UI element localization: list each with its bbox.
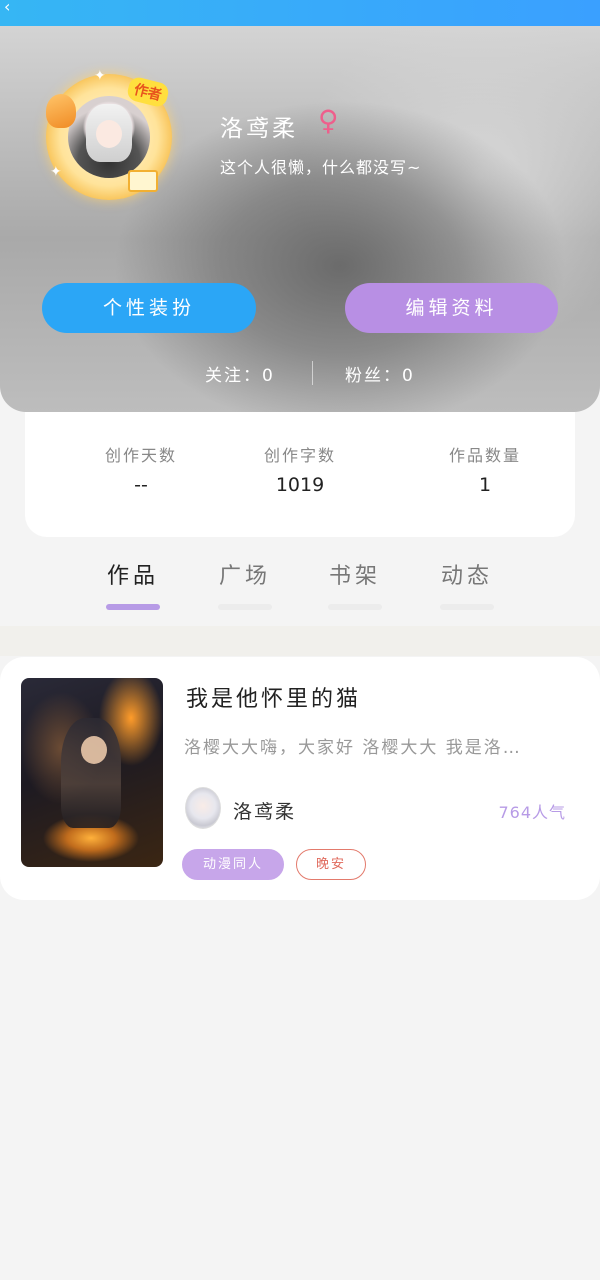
creator-stats-card: 创作天数 -- 创作字数 1019 作品数量 1 (25, 412, 575, 537)
cover-figure (61, 718, 121, 828)
bio-text: 这个人很懒，什么都没写~ (220, 158, 422, 177)
fans-count[interactable]: 粉丝：0 (345, 361, 415, 386)
following-count[interactable]: 关注：0 (205, 361, 275, 386)
tab-label: 动态 (440, 564, 493, 589)
tab-bookshelf[interactable]: 书架 (310, 558, 400, 610)
follow-divider (312, 361, 313, 385)
sparkle-icon: ✦ (50, 164, 62, 180)
author-avatar[interactable] (185, 787, 221, 829)
tab-indicator (440, 604, 494, 610)
ice-cream-icon (46, 94, 76, 128)
popularity-count: 764人气 (498, 803, 566, 822)
nickname: 洛鸢柔 (220, 116, 298, 142)
keyword-tag[interactable]: 晚安 (296, 849, 366, 880)
stat-creation-days: 创作天数 -- (71, 442, 211, 496)
book-cover-image[interactable] (21, 678, 163, 867)
profile-page: ‹ ✦ ✦ 作者 洛鸢柔 ♀ 这个人很懒，什么都没写~ 个性装扮 编辑资料 关注… (0, 0, 600, 1280)
tab-square[interactable]: 广场 (200, 558, 290, 610)
stat-work-count: 作品数量 1 (415, 442, 555, 496)
top-status-strip: ‹ (0, 0, 600, 28)
section-separator (0, 626, 600, 656)
tab-label: 书架 (328, 564, 381, 589)
stat-word-count: 创作字数 1019 (230, 442, 370, 496)
tab-activity[interactable]: 动态 (422, 558, 512, 610)
work-card[interactable]: 我是他怀里的猫 洛樱大大嗨，大家好 洛樱大大 我是洛… 洛鸢柔 764人气 动漫… (0, 657, 600, 900)
author-name[interactable]: 洛鸢柔 (233, 797, 296, 824)
profile-tabs: 作品 广场 书架 动态 (0, 552, 600, 622)
stat-value: -- (134, 474, 148, 496)
work-summary: 洛樱大大嗨，大家好 洛樱大大 我是洛… (184, 738, 522, 758)
tab-label: 广场 (218, 564, 271, 589)
avatar-face (96, 120, 122, 148)
female-icon: ♀ (318, 104, 339, 137)
tab-label: 作品 (106, 564, 159, 589)
genre-tag[interactable]: 动漫同人 (182, 849, 284, 880)
follow-stats: 关注：0 粉丝：0 (0, 361, 600, 387)
stat-value: 1 (478, 474, 492, 496)
cover-face (81, 736, 107, 764)
tab-works[interactable]: 作品 (88, 558, 178, 610)
profile-header: ✦ ✦ 作者 洛鸢柔 ♀ 这个人很懒，什么都没写~ 个性装扮 编辑资料 关注：0… (0, 26, 600, 412)
personal-style-button[interactable]: 个性装扮 (42, 283, 256, 333)
tab-indicator (218, 604, 272, 610)
tab-indicator (106, 604, 160, 610)
book-icon (128, 170, 158, 192)
edit-profile-button[interactable]: 编辑资料 (345, 283, 558, 333)
stat-label: 创作字数 (263, 446, 336, 465)
sparkle-icon: ✦ (94, 68, 106, 84)
avatar-image (68, 96, 150, 178)
stat-label: 作品数量 (448, 446, 521, 465)
tab-indicator (328, 604, 382, 610)
avatar[interactable]: ✦ ✦ 作者 (46, 68, 172, 200)
chevron-left-icon[interactable]: ‹ (4, 0, 18, 15)
stat-label: 创作天数 (104, 446, 177, 465)
work-title[interactable]: 我是他怀里的猫 (186, 681, 361, 713)
stat-value: 1019 (275, 474, 325, 496)
